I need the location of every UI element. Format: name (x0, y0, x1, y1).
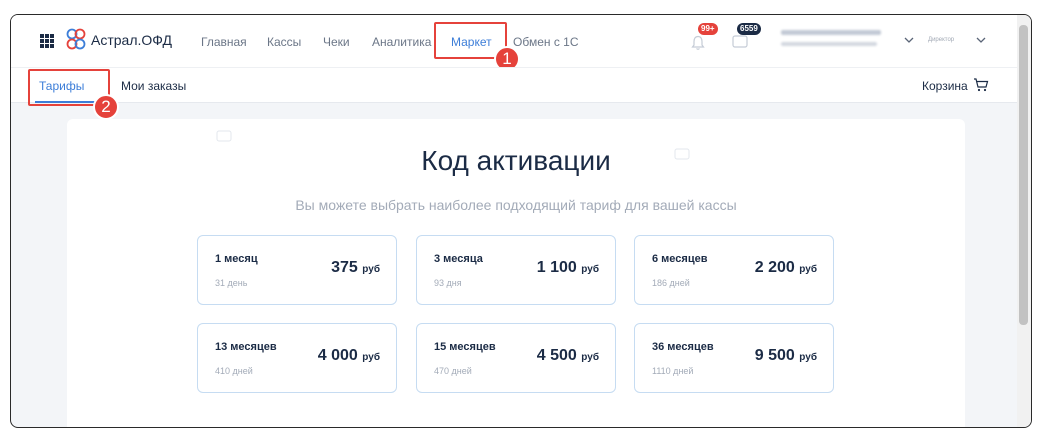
nav-analytics[interactable]: Аналитика (372, 35, 431, 49)
card-decoration-icon (216, 130, 232, 142)
chat-icon[interactable] (732, 35, 748, 49)
tariff-card[interactable]: 13 месяцев 410 дней 4 000 руб (197, 323, 397, 393)
browser-frame: Астрал.ОФД Главная Кассы Чеки Аналитика … (10, 14, 1032, 428)
logo-text[interactable]: Астрал.ОФД (91, 32, 172, 48)
tariff-days: 31 день (215, 278, 248, 288)
organization-details-blurred (781, 42, 877, 46)
tariff-days: 93 дня (434, 278, 462, 288)
tariff-name: 15 месяцев (434, 341, 496, 353)
tariff-card[interactable]: 15 месяцев 470 дней 4 500 руб (416, 323, 616, 393)
page-scrollbar[interactable] (1017, 15, 1031, 427)
tariff-card[interactable]: 36 месяцев 1110 дней 9 500 руб (634, 323, 834, 393)
tariff-price: 4 500 руб (536, 347, 599, 364)
tariff-price: 2 200 руб (754, 259, 817, 276)
activation-code-panel: Код активации Вы можете выбрать наиболее… (67, 119, 965, 427)
chevron-down-icon[interactable] (904, 37, 914, 44)
top-header: Астрал.ОФД Главная Кассы Чеки Аналитика … (11, 15, 1017, 72)
astral-logo-icon[interactable] (65, 28, 87, 50)
tariff-price: 375 руб (331, 259, 380, 276)
callout-2: 2 (93, 94, 119, 120)
tariff-name: 36 месяцев (652, 341, 714, 353)
tariff-days: 410 дней (215, 366, 253, 376)
nav-receipts[interactable]: Чеки (323, 35, 350, 49)
nav-home[interactable]: Главная (201, 35, 247, 49)
cart-link[interactable]: Корзина (922, 79, 968, 93)
chevron-down-icon[interactable] (976, 37, 986, 44)
tariff-price: 4 000 руб (317, 347, 380, 364)
tariff-card[interactable]: 1 месяц 31 день 375 руб (197, 235, 397, 305)
tariff-days: 470 дней (434, 366, 472, 376)
tariff-days: 186 дней (652, 278, 690, 288)
tariff-name: 1 месяц (215, 253, 258, 265)
tariff-price: 1 100 руб (536, 259, 599, 276)
scrollbar-thumb[interactable] (1019, 25, 1028, 325)
page-subtitle: Вы можете выбрать наиболее подходящий та… (295, 197, 737, 213)
page-title: Код активации (421, 145, 611, 176)
tariff-card[interactable]: 3 месяца 93 дня 1 100 руб (416, 235, 616, 305)
tariff-price: 9 500 руб (754, 347, 817, 364)
user-role[interactable]: Директор (928, 37, 954, 43)
bell-icon[interactable] (691, 35, 705, 51)
apps-grid-icon[interactable] (40, 34, 54, 48)
messages-badge: 6559 (737, 23, 761, 35)
tariff-name: 13 месяцев (215, 341, 277, 353)
nav-exchange-1c[interactable]: Обмен с 1С (513, 35, 579, 49)
organization-name-blurred[interactable] (781, 30, 881, 35)
tab-my-orders[interactable]: Мои заказы (121, 79, 186, 93)
cart-icon[interactable] (973, 78, 989, 92)
sub-navigation: Тарифы Мои заказы Корзина (11, 67, 1017, 103)
tariff-card[interactable]: 6 месяцев 186 дней 2 200 руб (634, 235, 834, 305)
notifications-badge: 99+ (698, 23, 718, 35)
tariff-name: 3 месяца (434, 253, 483, 265)
tariff-days: 1110 дней (652, 366, 694, 376)
nav-cash-registers[interactable]: Кассы (267, 35, 301, 49)
tariff-name: 6 месяцев (652, 253, 708, 265)
